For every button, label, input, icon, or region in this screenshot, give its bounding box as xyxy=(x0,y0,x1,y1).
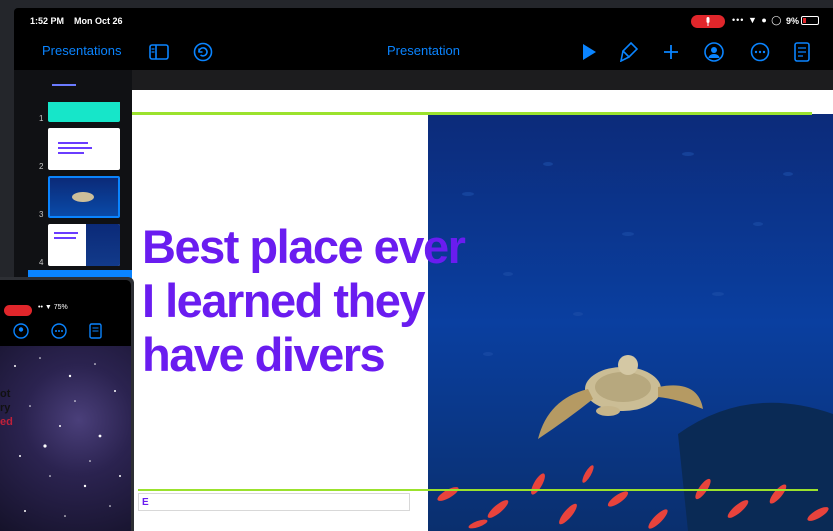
subtitle-text: E xyxy=(142,497,149,508)
microphone-icon xyxy=(706,17,710,26)
battery-percent: 9% xyxy=(786,16,800,26)
sidebar-icon[interactable] xyxy=(147,40,171,64)
undo-icon[interactable] xyxy=(191,40,215,64)
bottom-accent-line xyxy=(138,489,818,491)
headline-line-2: I learned they xyxy=(142,274,426,327)
slide-canvas[interactable]: Best place ever I learned they have dive… xyxy=(132,70,833,531)
slide-number: 2 xyxy=(39,162,44,171)
document-icon[interactable] xyxy=(790,40,814,64)
overlay-text-line-3: ed xyxy=(0,416,13,428)
ipad-screen: 1:52 PM Mon Oct 26 ••• ▼ ● ◯ 9% Presenta… xyxy=(14,8,833,531)
recording-indicator[interactable] xyxy=(691,15,725,28)
secondary-device-screen: •• ▼ 75% ot ry ed xyxy=(0,280,131,531)
format-brush-icon[interactable] xyxy=(617,40,641,64)
headline-line-1: Best place ever xyxy=(142,220,466,273)
subtitle-textbox[interactable]: E xyxy=(138,493,410,511)
status-bar: 1:52 PM Mon Oct 26 ••• ▼ ● ◯ 9% xyxy=(14,8,833,34)
document-title[interactable]: Presentation xyxy=(387,43,460,58)
more-icon[interactable] xyxy=(748,40,772,64)
secondary-device-overlay: •• ▼ 75% ot ry ed xyxy=(0,277,134,531)
slide-thumbnail-1[interactable] xyxy=(48,80,120,122)
collaborate-icon[interactable] xyxy=(702,40,726,64)
slide-number: 1 xyxy=(39,114,44,123)
toolbar: Presentations Presentation xyxy=(14,34,833,70)
slide-headline[interactable]: Best place ever I learned they have dive… xyxy=(142,220,562,382)
battery-icon xyxy=(801,16,819,25)
slide-number: 3 xyxy=(39,210,44,219)
overlay-text-line-1: ot xyxy=(0,388,11,400)
slide-thumbnail-2[interactable] xyxy=(48,128,120,170)
wifi-icon: ••• ▼ ● ◯ xyxy=(732,15,783,25)
secondary-battery-percent: 75% xyxy=(53,304,68,311)
play-icon[interactable] xyxy=(577,40,601,64)
status-time: 1:52 PM xyxy=(30,16,65,26)
recording-indicator xyxy=(4,305,32,316)
device-frame: 1:52 PM Mon Oct 26 ••• ▼ ● ◯ 9% Presenta… xyxy=(0,0,833,531)
presentations-back-button[interactable]: Presentations xyxy=(42,43,122,58)
more-icon[interactable] xyxy=(50,322,68,340)
wifi-icon: •• ▼ 75% xyxy=(38,304,68,311)
collaborate-icon[interactable] xyxy=(12,322,30,340)
document-icon[interactable] xyxy=(86,322,104,340)
slide-number: 4 xyxy=(39,258,44,267)
top-accent-line xyxy=(132,112,812,115)
add-icon[interactable] xyxy=(659,40,683,64)
overlay-text-line-2: ry xyxy=(0,402,11,414)
slide-thumbnail-4[interactable] xyxy=(48,224,120,266)
current-slide[interactable]: Best place ever I learned they have dive… xyxy=(132,90,833,531)
status-date: Mon Oct 26 xyxy=(74,16,123,26)
starfield-background: ot ry ed xyxy=(0,346,131,531)
slide-thumbnail-3[interactable] xyxy=(48,176,120,218)
headline-line-3: have divers xyxy=(142,328,386,381)
